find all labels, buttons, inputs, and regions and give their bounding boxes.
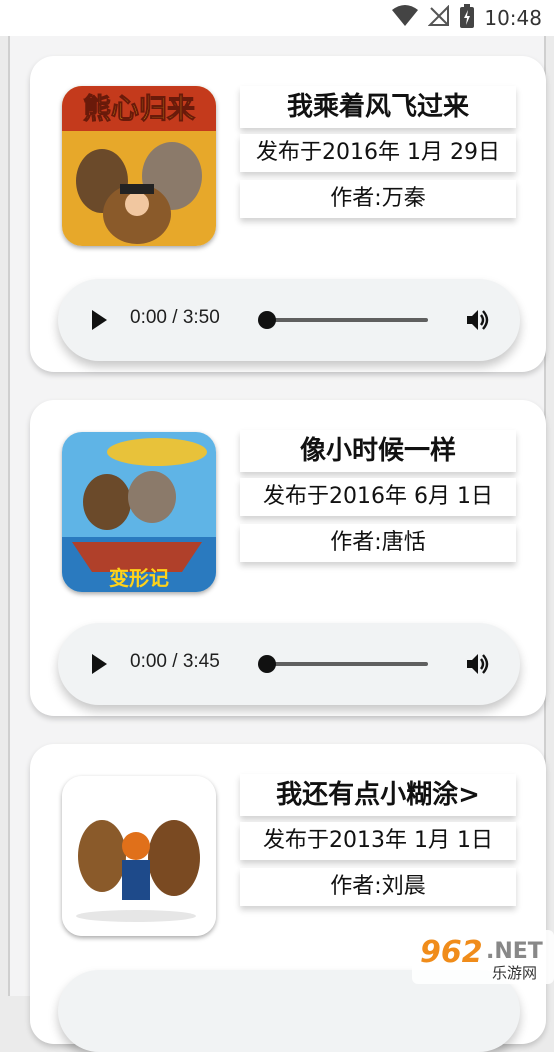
song-author: 作者:唐恬 — [240, 524, 516, 562]
song-title: 我乘着风飞过来 — [240, 86, 516, 128]
status-bar: 10:48 — [0, 0, 554, 36]
song-title: 像小时候一样 — [240, 430, 516, 472]
seek-bar[interactable] — [266, 318, 428, 322]
wifi-icon — [392, 5, 419, 31]
audio-player: 0:00 / 3:45 — [58, 623, 520, 705]
seek-handle[interactable] — [258, 655, 276, 673]
play-icon[interactable] — [92, 654, 107, 674]
song-card[interactable]: 熊心归来 我乘着风飞过来 发布于2016年 1月 29日 作者:万秦 0:00 … — [30, 56, 546, 372]
song-author: 作者:刘晨 — [240, 868, 516, 906]
album-cover-image[interactable]: 熊心归来 — [62, 86, 216, 246]
status-time: 10:48 — [484, 6, 542, 30]
battery-charging-icon — [460, 4, 475, 32]
song-date: 发布于2013年 1月 1日 — [240, 822, 516, 860]
volume-icon[interactable] — [466, 308, 492, 336]
svg-text:熊心归来: 熊心归来 — [83, 92, 195, 125]
no-signal-icon — [427, 4, 450, 31]
song-date: 发布于2016年 1月 29日 — [240, 134, 516, 172]
album-cover-image[interactable] — [62, 776, 216, 936]
player-time: 0:00 / 3:50 — [130, 307, 220, 328]
svg-text:962: 962 — [420, 935, 483, 970]
album-cover-image[interactable]: 变形记 — [62, 432, 216, 592]
watermark-logo: 962 .NET 乐游网 — [412, 930, 554, 984]
song-date: 发布于2016年 6月 1日 — [240, 478, 516, 516]
play-icon[interactable] — [92, 310, 107, 330]
audio-player: 0:00 / 3:50 — [58, 279, 520, 361]
song-author: 作者:万秦 — [240, 180, 516, 218]
song-card[interactable]: 我还有点小糊涂> 发布于2013年 1月 1日 作者:刘晨 — [30, 744, 546, 1052]
seek-bar[interactable] — [266, 662, 428, 666]
svg-text:.NET: .NET — [486, 939, 543, 964]
song-card[interactable]: 变形记 像小时候一样 发布于2016年 6月 1日 作者:唐恬 0:00 / 3… — [30, 400, 546, 716]
content-frame: 熊心归来 我乘着风飞过来 发布于2016年 1月 29日 作者:万秦 0:00 … — [8, 36, 546, 1052]
svg-text:乐游网: 乐游网 — [492, 964, 537, 982]
seek-handle[interactable] — [258, 311, 276, 329]
volume-icon[interactable] — [466, 652, 492, 680]
svg-text:变形记: 变形记 — [109, 566, 169, 590]
player-time: 0:00 / 3:45 — [130, 651, 220, 672]
song-title: 我还有点小糊涂> — [240, 774, 516, 816]
